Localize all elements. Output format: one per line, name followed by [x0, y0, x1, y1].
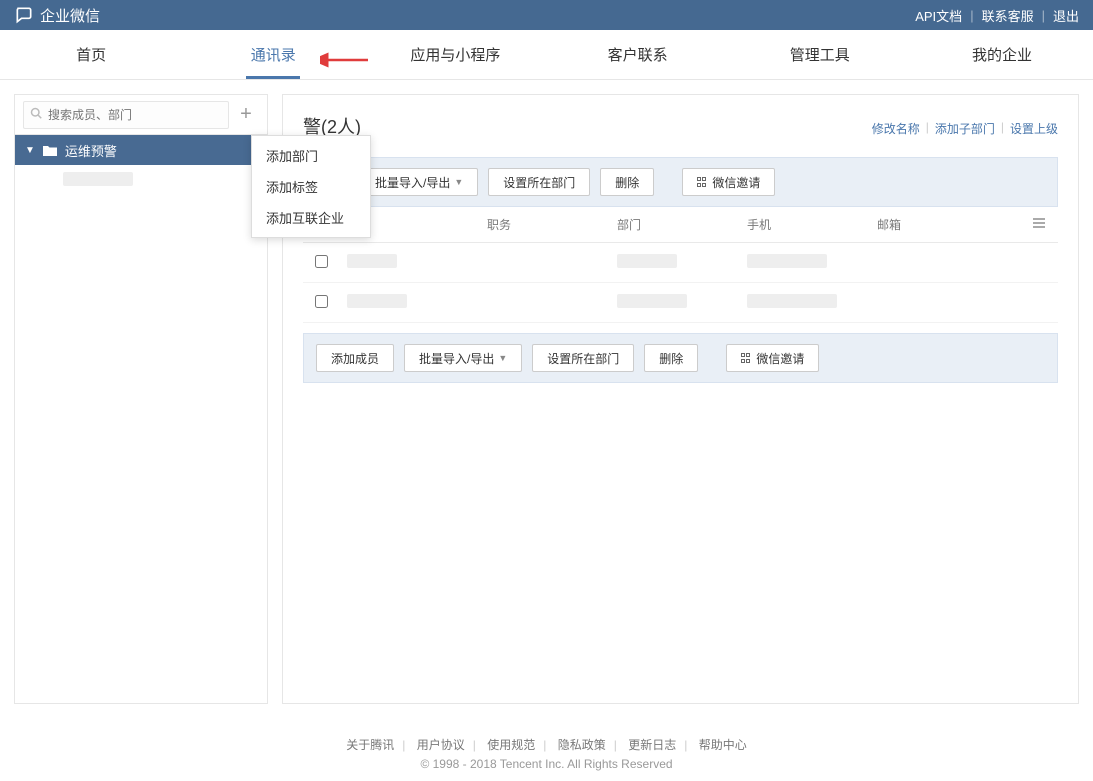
- top-bar: 企业微信 API文档 | 联系客服 | 退出: [0, 0, 1093, 30]
- nav-mycompany[interactable]: 我的企业: [911, 30, 1093, 79]
- table-header: 姓名 职务 部门 手机 邮箱: [303, 207, 1058, 243]
- table-row[interactable]: [303, 283, 1058, 323]
- page-footer: 关于腾讯| 用户协议| 使用规范| 隐私政策| 更新日志| 帮助中心 © 199…: [0, 718, 1093, 781]
- dropdown-add-tag[interactable]: 添加标签: [252, 171, 370, 202]
- footer-agreement[interactable]: 用户协议: [417, 738, 465, 752]
- set-department-button[interactable]: 设置所在部门: [532, 344, 634, 372]
- main-area: + 添加部门 添加标签 添加互联企业 ▼ 运维预警 警(2人) 修改名称|: [0, 80, 1093, 718]
- col-mail-header: 邮箱: [877, 216, 1016, 233]
- nav-customer[interactable]: 客户联系: [547, 30, 729, 79]
- redacted-content: [617, 254, 677, 268]
- org-sidebar: + 添加部门 添加标签 添加互联企业 ▼ 运维预警: [14, 94, 268, 704]
- row-checkbox[interactable]: [315, 295, 328, 308]
- brand-text: 企业微信: [40, 5, 100, 26]
- redacted-content: [63, 172, 133, 186]
- redacted-content: [347, 254, 397, 268]
- delete-button[interactable]: 删除: [644, 344, 698, 372]
- caret-down-icon: ▼: [498, 353, 507, 363]
- table-row[interactable]: [303, 243, 1058, 283]
- nav-home[interactable]: 首页: [0, 30, 182, 79]
- tree-child-node[interactable]: [15, 165, 267, 193]
- toolbar-bottom: 添加成员 批量导入/导出 ▼ 设置所在部门 删除 微信邀请: [303, 333, 1058, 383]
- bulk-import-export-button[interactable]: 批量导入/导出 ▼: [404, 344, 522, 372]
- folder-icon: [43, 145, 57, 156]
- copyright-text: © 1998 - 2018 Tencent Inc. All Rights Re…: [0, 757, 1093, 771]
- add-dropdown: 添加部门 添加标签 添加互联企业: [251, 135, 371, 238]
- wechat-invite-button[interactable]: 微信邀请: [726, 344, 819, 372]
- redacted-content: [617, 294, 687, 308]
- add-subdept-link[interactable]: 添加子部门: [935, 120, 995, 137]
- nav-tools[interactable]: 管理工具: [729, 30, 911, 79]
- search-input[interactable]: [48, 108, 222, 122]
- row-checkbox[interactable]: [315, 255, 328, 268]
- dropdown-add-department[interactable]: 添加部门: [252, 140, 370, 171]
- more-columns-icon[interactable]: [1016, 216, 1046, 233]
- separator: |: [970, 8, 973, 23]
- brand-logo: 企业微信: [14, 5, 100, 26]
- col-job-header: 职务: [487, 216, 617, 233]
- delete-button[interactable]: 删除: [600, 168, 654, 196]
- department-header: 警(2人) 修改名称| 添加子部门| 设置上级: [303, 113, 1058, 139]
- wechat-invite-button[interactable]: 微信邀请: [682, 168, 775, 196]
- footer-changelog[interactable]: 更新日志: [628, 738, 676, 752]
- dropdown-add-partner[interactable]: 添加互联企业: [252, 202, 370, 233]
- chat-bubble-icon: [14, 5, 34, 25]
- qrcode-icon: [697, 177, 708, 188]
- redacted-content: [347, 294, 407, 308]
- nav-apps[interactable]: 应用与小程序: [364, 30, 546, 79]
- redacted-content: [747, 254, 827, 268]
- nav-contacts[interactable]: 通讯录: [182, 30, 364, 79]
- footer-terms[interactable]: 使用规范: [487, 738, 535, 752]
- add-button[interactable]: +: [233, 102, 259, 128]
- contact-support-link[interactable]: 联系客服: [982, 6, 1034, 25]
- bulk-import-export-button[interactable]: 批量导入/导出 ▼: [360, 168, 478, 196]
- col-dept-header: 部门: [617, 216, 747, 233]
- separator: |: [1042, 8, 1045, 23]
- col-phone-header: 手机: [747, 216, 877, 233]
- search-icon: [30, 107, 42, 122]
- content-panel: 警(2人) 修改名称| 添加子部门| 设置上级 员 批量导入/导出 ▼ 设置所在…: [282, 94, 1079, 704]
- tree-root-label: 运维预警: [65, 141, 117, 160]
- footer-about[interactable]: 关于腾讯: [346, 738, 394, 752]
- top-bar-links: API文档 | 联系客服 | 退出: [915, 6, 1079, 25]
- tree-root-node[interactable]: ▼ 运维预警: [15, 135, 267, 165]
- search-input-wrap[interactable]: [23, 101, 229, 129]
- set-department-button[interactable]: 设置所在部门: [488, 168, 590, 196]
- set-superior-link[interactable]: 设置上级: [1010, 120, 1058, 137]
- api-docs-link[interactable]: API文档: [915, 6, 962, 25]
- main-nav: 首页 通讯录 应用与小程序 客户联系 管理工具 我的企业: [0, 30, 1093, 80]
- footer-help[interactable]: 帮助中心: [699, 738, 747, 752]
- caret-down-icon: ▼: [454, 177, 463, 187]
- caret-down-icon: ▼: [25, 145, 35, 156]
- qrcode-icon: [741, 353, 752, 364]
- toolbar-top: 员 批量导入/导出 ▼ 设置所在部门 删除 微信邀请: [303, 157, 1058, 207]
- search-row: +: [15, 95, 267, 135]
- rename-link[interactable]: 修改名称: [872, 120, 920, 137]
- department-actions: 修改名称| 添加子部门| 设置上级: [872, 120, 1058, 137]
- footer-privacy[interactable]: 隐私政策: [558, 738, 606, 752]
- logout-link[interactable]: 退出: [1053, 6, 1079, 25]
- add-member-button[interactable]: 添加成员: [316, 344, 394, 372]
- redacted-content: [747, 294, 837, 308]
